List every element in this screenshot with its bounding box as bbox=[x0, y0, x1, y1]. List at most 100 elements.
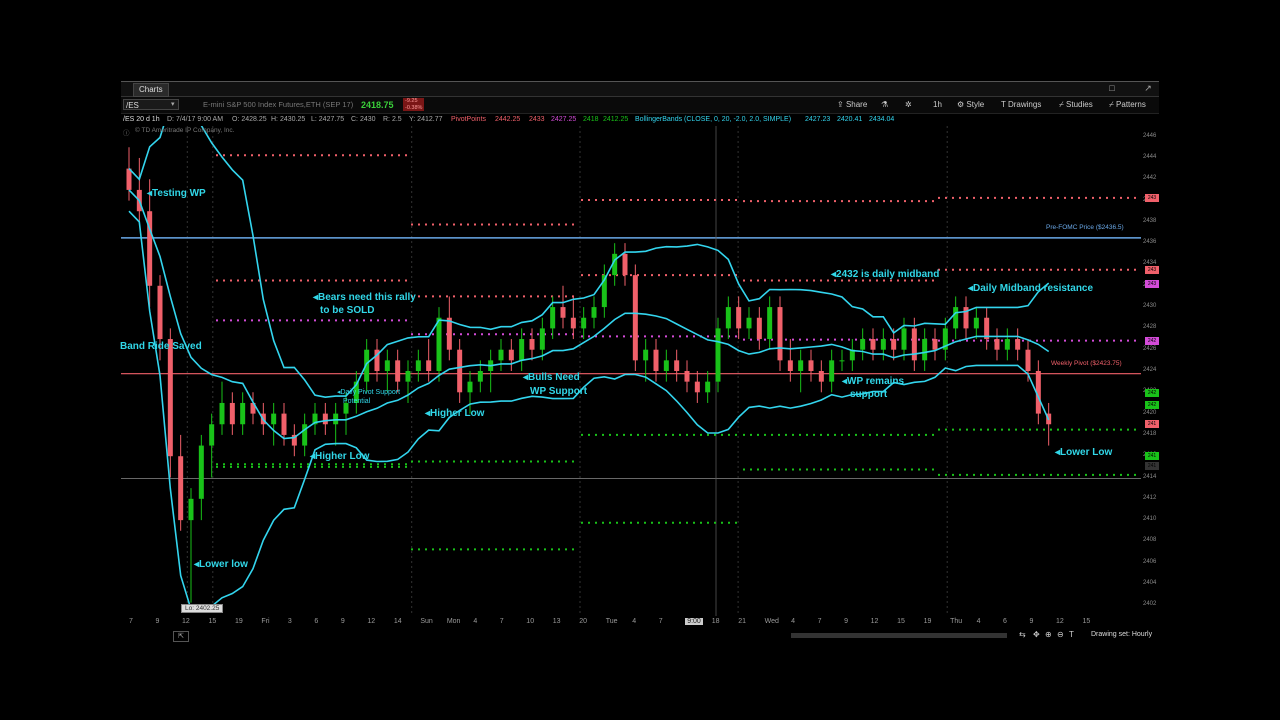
time-tick-label: Wed bbox=[764, 618, 779, 625]
time-tick-label: 12 bbox=[367, 618, 376, 625]
bollinger-upper-band bbox=[128, 90, 1050, 399]
time-tick-label: Fri bbox=[261, 618, 270, 625]
time-tick-label: 13 bbox=[552, 618, 561, 625]
pivot-value: 2427.25 bbox=[551, 116, 577, 123]
share-button[interactable]: ⇪ Share bbox=[837, 99, 867, 111]
bar-range: R: 2.5 bbox=[383, 116, 402, 123]
candle-body bbox=[932, 339, 938, 350]
scroll-home-icon[interactable]: ⇱ bbox=[173, 631, 189, 642]
price-tick-label: 2438 bbox=[1143, 217, 1157, 224]
annotation[interactable]: ◂Higher Low bbox=[425, 408, 484, 419]
drawings-button[interactable]: T Drawings bbox=[1001, 99, 1041, 111]
candle-body bbox=[891, 339, 897, 350]
style-button[interactable]: ⚙ Style bbox=[957, 99, 984, 111]
info-icon[interactable]: ⓘ bbox=[123, 127, 130, 137]
time-tick-label: 9 bbox=[844, 618, 849, 625]
annotation[interactable]: ◂Daily Pivot Support bbox=[337, 388, 400, 396]
candle-body bbox=[167, 339, 173, 457]
annotation[interactable]: ◂WP remains bbox=[842, 376, 904, 387]
annotation[interactable]: ◂Lower low bbox=[194, 559, 248, 570]
candle-body bbox=[870, 339, 876, 350]
scroll-arrows-icon[interactable]: ⇆ bbox=[1019, 630, 1026, 639]
symbol-dropdown-icon[interactable]: ▾ bbox=[171, 99, 179, 110]
candle-body bbox=[570, 317, 576, 329]
time-tick-label: 4 bbox=[632, 618, 637, 625]
maximize-icon[interactable]: □ bbox=[1105, 83, 1119, 94]
annotation[interactable]: ◂Higher Low bbox=[310, 451, 369, 462]
time-tick-label: Mon bbox=[446, 618, 461, 625]
price-axis[interactable]: 2446244424422440243824362434243224302428… bbox=[1141, 126, 1159, 616]
bar-open: O: 2428.25 bbox=[232, 116, 267, 123]
annotation[interactable]: support bbox=[850, 389, 887, 400]
bollinger-study-name[interactable]: BollingerBands (CLOSE, 0, 20, -2.0, 2.0,… bbox=[635, 114, 791, 125]
annotation[interactable]: to be SOLD bbox=[320, 305, 374, 316]
timeframe-button[interactable]: 1h bbox=[933, 99, 942, 111]
chart-toolbar: /ES ▾ E-mini S&P 500 Index Futures,ETH (… bbox=[121, 97, 1159, 114]
share-label: Share bbox=[845, 100, 868, 109]
candle-body bbox=[498, 349, 504, 361]
annotation[interactable]: Potential bbox=[343, 398, 370, 405]
candle-body bbox=[198, 445, 204, 499]
price-tick-label: 2418 bbox=[1143, 430, 1157, 437]
time-tick-label: 9 bbox=[155, 618, 160, 625]
annotation[interactable]: ◂Lower Low bbox=[1055, 447, 1112, 458]
candle-body bbox=[725, 307, 731, 329]
candle-body bbox=[1004, 339, 1010, 350]
bottom-controls: ⇱ ⇆ ✥ ⊕ ⊖ T Drawing set: Hourly bbox=[121, 630, 1159, 642]
last-price: 2418.75 bbox=[361, 100, 394, 110]
candle-body bbox=[653, 349, 659, 371]
price-tick-label: 2414 bbox=[1143, 473, 1157, 480]
candle-body bbox=[560, 307, 566, 318]
time-tick-label: 19 bbox=[923, 618, 932, 625]
bar-y: Y: 2412.77 bbox=[409, 116, 443, 123]
price-change-badge: -9.25 -0.38% bbox=[403, 98, 425, 111]
candle-body bbox=[798, 360, 804, 371]
text-tool-icon[interactable]: T bbox=[1069, 630, 1074, 639]
annotation[interactable]: ◂Daily Midband resistance bbox=[968, 283, 1093, 294]
tab-charts[interactable]: Charts bbox=[133, 83, 169, 97]
studies-button[interactable]: ⌿ Studies bbox=[1059, 99, 1093, 111]
price-plot[interactable]: © TD Ameritrade IP Company, Inc. ⓘ Pre-F… bbox=[120, 90, 1141, 616]
price-tick-label: 2402 bbox=[1143, 601, 1157, 608]
price-tag: 243 bbox=[1145, 265, 1159, 274]
price-tag: 243 bbox=[1145, 194, 1159, 203]
chart-window: Charts □ ↗ /ES ▾ E-mini S&P 500 Index Fu… bbox=[120, 81, 1159, 642]
candle-body bbox=[643, 349, 649, 361]
price-tag: 241 bbox=[1145, 452, 1159, 461]
share-icon: ⇪ bbox=[837, 100, 846, 109]
time-tick-label: 15 bbox=[208, 618, 217, 625]
annotation[interactable]: ◂Testing WP bbox=[147, 188, 206, 199]
candle-body bbox=[415, 360, 421, 371]
title-bar: Charts □ ↗ bbox=[121, 82, 1159, 97]
price-tick-label: 2406 bbox=[1143, 558, 1157, 565]
flask-icon[interactable]: ⚗ bbox=[881, 99, 888, 111]
price-tag: 242 bbox=[1145, 389, 1159, 398]
candle-body bbox=[581, 317, 587, 329]
annotation[interactable]: Band Ride Saved bbox=[120, 341, 202, 352]
candle-body bbox=[240, 402, 246, 425]
candle-body bbox=[539, 328, 545, 350]
time-axis[interactable]: 7 9 12 15 19 Fri 3 6 9 12 14 Sun Mon 4 7 10 13 20 Tue 4 7 9:0… bbox=[121, 616, 1141, 628]
candlestick-chart[interactable] bbox=[121, 90, 1141, 616]
zoom-in-icon[interactable]: ⊕ bbox=[1045, 630, 1052, 639]
gear-icon[interactable]: ✲ bbox=[905, 99, 912, 111]
candle-body bbox=[508, 349, 514, 361]
time-tick-label: 21 bbox=[738, 618, 746, 625]
annotation[interactable]: ◂2432 is daily midband bbox=[831, 269, 939, 280]
candle-body bbox=[922, 339, 928, 361]
popout-icon[interactable]: ↗ bbox=[1141, 83, 1155, 94]
horizontal-scrollbar[interactable] bbox=[791, 633, 1007, 638]
patterns-button[interactable]: ⌿ Patterns bbox=[1109, 99, 1146, 111]
time-tick-label: 9 bbox=[340, 618, 345, 625]
time-tick-label: 6 bbox=[314, 618, 319, 625]
pivot-value: 2433 bbox=[529, 116, 545, 123]
pivot-study-name[interactable]: PivotPoints bbox=[451, 114, 486, 125]
annotation[interactable]: WP Support bbox=[530, 386, 587, 397]
drawing-set-label[interactable]: Drawing set: Hourly bbox=[1091, 631, 1152, 638]
zoom-out-icon[interactable]: ⊖ bbox=[1057, 630, 1064, 639]
crosshair-icon[interactable]: ✥ bbox=[1033, 630, 1040, 639]
annotation[interactable]: ◂Bears need this rally bbox=[313, 292, 416, 303]
annotation[interactable]: ◂Bulls Need bbox=[523, 372, 580, 383]
candle-body bbox=[715, 328, 721, 382]
price-tag: 243 bbox=[1145, 279, 1159, 288]
